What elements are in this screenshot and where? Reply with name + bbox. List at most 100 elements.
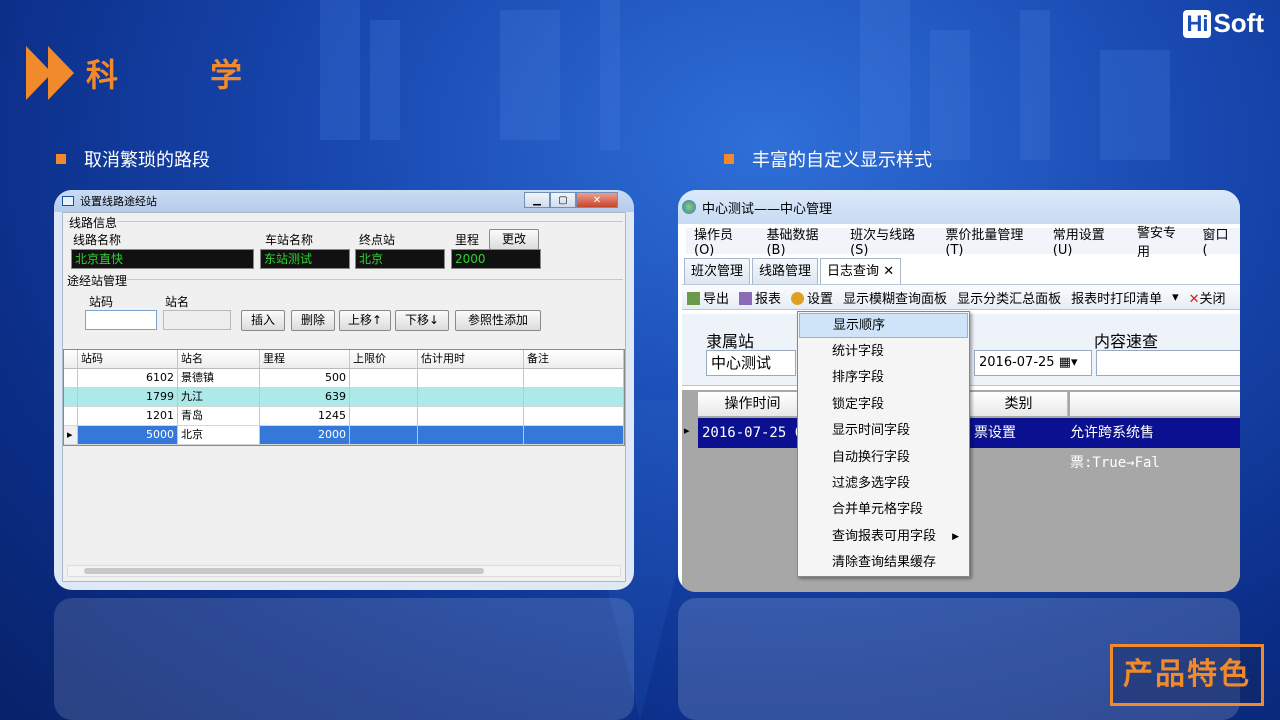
menu-item-clear-cache[interactable]: 清除查询结果缓存 (798, 550, 969, 576)
cell-name[interactable]: 北京 (178, 426, 260, 445)
menu-item-stat-fields[interactable]: 统计字段 (798, 339, 969, 365)
mileage-field[interactable]: 2000 (451, 249, 541, 269)
close-button[interactable]: ✕ (576, 192, 618, 208)
cell-mileage[interactable]: 639 (260, 388, 350, 407)
export-icon (687, 291, 700, 305)
window-titlebar: 中心测试——中心管理 (678, 190, 1240, 224)
cell-time[interactable] (418, 407, 524, 426)
cell-mileage[interactable]: 2000 (260, 426, 350, 445)
calendar-icon[interactable]: ▦▾ (1059, 355, 1078, 370)
menu-operator[interactable]: 操作员(O) (694, 224, 750, 258)
change-button[interactable]: 更改 (489, 229, 539, 250)
menu-item-merge-fields[interactable]: 合并单元格字段 (798, 497, 969, 523)
minimize-button[interactable]: ▁ (524, 192, 550, 208)
station-code-input[interactable] (85, 310, 157, 330)
settings-button[interactable]: 设置 (791, 288, 833, 307)
menu-fare-batch[interactable]: 票价批量管理(T) (945, 224, 1036, 258)
menu-window[interactable]: 窗口( (1202, 224, 1232, 258)
table-row[interactable]: 6102 景德镇 500 (64, 369, 624, 388)
window-controls: ▁ ▢ ✕ (524, 192, 618, 208)
menu-item-lock-fields[interactable]: 锁定字段 (798, 392, 969, 418)
content-search-input[interactable] (1096, 350, 1240, 376)
reference-add-button[interactable]: 参照性添加 (455, 310, 541, 331)
cell-note[interactable] (524, 426, 624, 445)
menu-item-filter-fields[interactable]: 过滤多选字段 (798, 471, 969, 497)
move-down-button[interactable]: 下移↓ (395, 310, 449, 331)
cell-code[interactable]: 1799 (78, 388, 178, 407)
export-button[interactable]: 导出 (687, 288, 729, 307)
report-button[interactable]: 报表 (739, 288, 781, 307)
cell-code[interactable]: 5000 (78, 426, 178, 445)
cell-name[interactable]: 九江 (178, 388, 260, 407)
close-tab-icon[interactable]: ✕ (883, 264, 894, 279)
tab-routes[interactable]: 线路管理 (752, 258, 819, 284)
column-header[interactable]: 上限价 (350, 350, 418, 369)
date-picker[interactable]: 2016-07-25 ▦▾ (974, 350, 1092, 376)
menu-item-label: 查询报表可用字段 (832, 528, 937, 544)
move-up-button[interactable]: 上移↑ (339, 310, 391, 331)
menu-item-sort-fields[interactable]: 排序字段 (798, 365, 969, 391)
cell-category[interactable]: 票设置 (974, 418, 1016, 448)
horizontal-scrollbar[interactable] (67, 565, 621, 577)
maximize-button[interactable]: ▢ (550, 192, 576, 208)
menu-item-report-fields[interactable]: 查询报表可用字段 ▶ (798, 524, 969, 550)
table-row-selected[interactable]: ▸ 5000 北京 2000 (64, 426, 624, 445)
insert-button[interactable]: 插入 (241, 310, 285, 331)
menu-common-settings[interactable]: 常用设置(U) (1053, 224, 1121, 258)
cell-name[interactable]: 青岛 (178, 407, 260, 426)
station-select[interactable]: 中心测试 (706, 350, 796, 376)
terminal-field[interactable]: 北京 (355, 249, 445, 269)
scrollbar-thumb[interactable] (84, 568, 484, 574)
cell-time[interactable] (418, 388, 524, 407)
column-header[interactable]: 里程 (260, 350, 350, 369)
delete-button[interactable]: 删除 (291, 310, 335, 331)
station-name-field[interactable]: 东站测试 (260, 249, 350, 269)
tab-log-query[interactable]: 日志查询 ✕ (820, 258, 902, 284)
column-header-content[interactable] (1070, 392, 1240, 416)
cell-time[interactable] (418, 369, 524, 388)
print-list-button[interactable]: 报表时打印清单 (1071, 288, 1162, 307)
table-row[interactable]: 1201 青岛 1245 (64, 407, 624, 426)
cell-note[interactable] (524, 369, 624, 388)
menu-bar: 操作员(O) 基础数据(B) 班次与线路(S) 票价批量管理(T) 常用设置(U… (686, 226, 1240, 260)
column-header[interactable]: 站码 (78, 350, 178, 369)
menu-item-display-order[interactable]: 显示顺序 (799, 313, 968, 338)
close-panel-button[interactable]: ✕关闭 (1189, 288, 1226, 307)
current-row-arrow-icon: ▸ (64, 426, 78, 445)
column-header[interactable]: 估计用时 (418, 350, 524, 369)
menu-base-data[interactable]: 基础数据(B) (766, 224, 834, 258)
menu-item-wrap-fields[interactable]: 自动换行字段 (798, 445, 969, 471)
column-header[interactable]: 备注 (524, 350, 624, 369)
cell-note[interactable] (524, 407, 624, 426)
menu-security[interactable]: 警安专用 (1137, 222, 1186, 260)
cell-time[interactable]: 2016-07-25 09 (702, 418, 812, 448)
cell-code[interactable]: 6102 (78, 369, 178, 388)
station-name-input[interactable] (163, 310, 231, 330)
cell-price[interactable] (350, 369, 418, 388)
cell-mileage[interactable]: 500 (260, 369, 350, 388)
column-header-category[interactable]: 类别 (970, 392, 1068, 416)
summary-panel-button[interactable]: 显示分类汇总面板 (957, 288, 1061, 307)
cell-content[interactable]: 允许跨系统售票:True→Fal (1070, 418, 1240, 478)
cell-price[interactable] (350, 426, 418, 445)
cell-price[interactable] (350, 407, 418, 426)
cell-code[interactable]: 1201 (78, 407, 178, 426)
column-header-time[interactable]: 操作时间 (698, 392, 808, 416)
fuzzy-panel-button[interactable]: 显示模糊查询面板 (843, 288, 947, 307)
cell-time[interactable] (418, 426, 524, 445)
cell-mileage[interactable]: 1245 (260, 407, 350, 426)
menu-schedule-route[interactable]: 班次与线路(S) (850, 224, 929, 258)
route-name-field[interactable]: 北京直快 (71, 249, 254, 269)
cell-name[interactable]: 景德镇 (178, 369, 260, 388)
column-header[interactable]: 站名 (178, 350, 260, 369)
group-route-info: 线路信息 (69, 214, 118, 231)
mileage-label: 里程 (455, 233, 480, 247)
tab-schedule[interactable]: 班次管理 (684, 258, 751, 284)
table-row[interactable]: 1799 九江 639 (64, 388, 624, 407)
cell-price[interactable] (350, 388, 418, 407)
menu-item-time-fields[interactable]: 显示时间字段 (798, 418, 969, 444)
dropdown-arrow-icon[interactable]: ▾ (1172, 290, 1179, 305)
station-label: 隶属站 (706, 332, 755, 351)
bullet-text: 取消繁琐的路段 (84, 150, 210, 171)
cell-note[interactable] (524, 388, 624, 407)
